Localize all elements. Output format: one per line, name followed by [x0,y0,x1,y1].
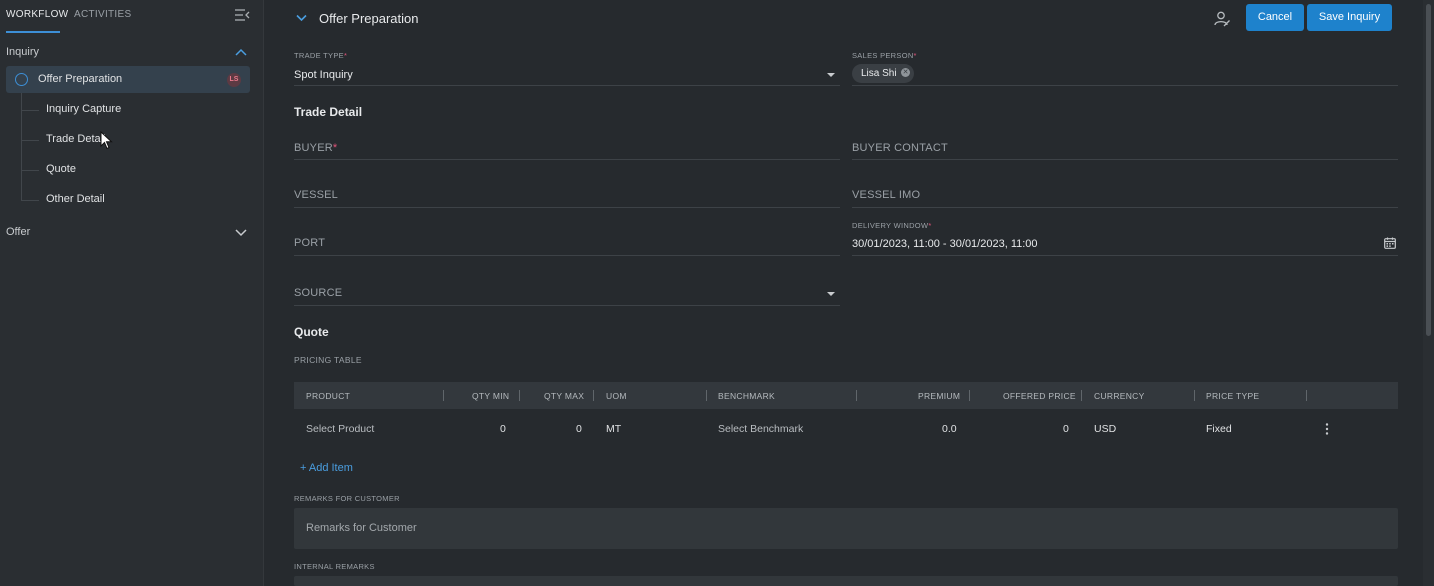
port-field[interactable]: PORT [294,237,325,249]
field-underline [852,85,1398,86]
sidebar-item-other-detail[interactable]: Other Detail [46,193,105,205]
trade-detail-heading: Trade Detail [294,105,363,119]
field-underline [294,85,840,86]
tree-connector [21,110,39,111]
required-marker: * [928,221,932,230]
calendar-icon[interactable] [1384,237,1396,249]
column-resize-handle[interactable] [1194,390,1195,401]
sidebar-item-trade-detail[interactable]: Trade Detail [46,133,106,145]
section-offer[interactable]: Offer [6,226,30,238]
sidebar-item-quote[interactable]: Quote [46,163,76,175]
remarks-customer-placeholder: Remarks for Customer [306,522,417,534]
sales-person-label-text: SALES PERSON [852,51,914,60]
field-underline [294,305,840,306]
assign-user-icon[interactable] [1213,10,1231,28]
qty-max-cell[interactable]: 0 [576,423,582,435]
remove-chip-icon[interactable]: ✕ [901,68,910,77]
required-marker: * [343,51,348,60]
source-select[interactable]: SOURCE [294,287,342,299]
tab-activities[interactable]: ACTIVITIES [74,9,131,20]
section-inquiry[interactable]: Inquiry [6,46,39,58]
remarks-customer-label: REMARKS FOR CUSTOMER [294,494,400,503]
column-header-currency[interactable]: CURRENCY [1094,391,1145,401]
benchmark-cell[interactable]: Select Benchmark [718,423,803,435]
column-header-premium[interactable]: PREMIUM [918,391,960,401]
column-header-offered-price[interactable]: OFFERED PRICE [1003,391,1076,401]
trade-type-label: TRADE TYPE* [294,51,347,60]
tree-connector [21,170,39,171]
column-resize-handle[interactable] [706,390,707,401]
buyer-contact-field[interactable]: BUYER CONTACT [852,142,948,154]
field-underline [852,159,1398,160]
cancel-button[interactable]: Cancel [1246,4,1304,31]
column-header-product[interactable]: PRODUCT [306,391,350,401]
required-marker: * [332,142,338,154]
quote-heading: Quote [294,325,329,339]
assignee-avatar: LS [227,73,241,87]
tree-connector [21,200,39,201]
delivery-window-label-text: DELIVERY WINDOW [852,221,929,230]
save-inquiry-button[interactable]: Save Inquiry [1307,4,1392,31]
delivery-window-label: DELIVERY WINDOW* [852,221,932,230]
field-underline [852,255,1398,256]
column-resize-handle[interactable] [443,390,444,401]
scrollbar-thumb[interactable] [1426,4,1431,336]
internal-remarks-textarea[interactable] [294,576,1398,586]
delivery-window-input[interactable]: 30/01/2023, 11:00 - 30/01/2023, 11:00 [852,238,1038,250]
chevron-up-icon[interactable] [235,48,247,56]
column-resize-handle[interactable] [856,390,857,401]
sales-person-chip-label: Lisa Shi [861,68,897,79]
column-resize-handle[interactable] [969,390,970,401]
field-underline [852,207,1398,208]
currency-cell[interactable]: USD [1094,423,1116,435]
price-type-cell[interactable]: Fixed [1206,423,1232,435]
collapse-section-chevron-icon[interactable] [296,14,307,22]
remarks-customer-textarea[interactable] [294,508,1398,549]
add-item-button[interactable]: + Add Item [300,462,353,474]
column-resize-handle[interactable] [593,390,594,401]
sidebar-tabs: WORKFLOW ACTIVITIES [0,0,263,33]
column-header-price-type[interactable]: PRICE TYPE [1206,391,1259,401]
buyer-label: BUYER [294,142,333,154]
sidebar-item-inquiry-capture[interactable]: Inquiry Capture [46,103,121,115]
sidebar: WORKFLOW ACTIVITIES Inquiry Offer Prepar… [0,0,264,586]
product-cell[interactable]: Select Product [306,423,374,435]
trade-type-label-text: TRADE TYPE [294,51,344,60]
field-underline [294,255,840,256]
vertical-scrollbar[interactable] [1423,0,1434,586]
field-underline [294,159,840,160]
uom-cell[interactable]: MT [606,423,621,435]
qty-min-cell[interactable]: 0 [500,423,506,435]
row-menu-icon[interactable] [1325,423,1329,435]
column-header-uom[interactable]: UOM [606,391,627,401]
vessel-imo-field[interactable]: VESSEL IMO [852,189,920,201]
column-header-qty-min[interactable]: QTY MIN [472,391,509,401]
offered-price-cell[interactable]: 0 [1063,423,1069,435]
sales-person-label: SALES PERSON* [852,51,917,60]
premium-cell[interactable]: 0.0 [942,423,957,435]
column-resize-handle[interactable] [1081,390,1082,401]
step-status-icon [15,73,28,86]
mouse-cursor-icon [100,131,113,150]
tree-connector [21,140,39,141]
column-resize-handle[interactable] [1306,390,1307,401]
pricing-table-label: PRICING TABLE [294,355,362,365]
source-dropdown-icon[interactable] [827,292,835,296]
active-tab-indicator [6,31,60,33]
buyer-field[interactable]: BUYER* [294,142,337,154]
vessel-field[interactable]: VESSEL [294,189,338,201]
column-header-qty-max[interactable]: QTY MAX [544,391,584,401]
trade-type-select[interactable]: Spot Inquiry [294,69,353,81]
field-underline [294,207,840,208]
chevron-down-icon[interactable] [235,229,247,237]
column-resize-handle[interactable] [519,390,520,401]
internal-remarks-label: INTERNAL REMARKS [294,562,375,571]
tab-workflow[interactable]: WORKFLOW [6,9,68,20]
trade-type-dropdown-icon[interactable] [827,73,835,77]
sidebar-item-label: Offer Preparation [38,73,123,85]
page-title: Offer Preparation [319,11,419,26]
column-header-benchmark[interactable]: BENCHMARK [718,391,775,401]
collapse-sidebar-icon[interactable] [234,8,250,22]
required-marker: * [913,51,917,60]
